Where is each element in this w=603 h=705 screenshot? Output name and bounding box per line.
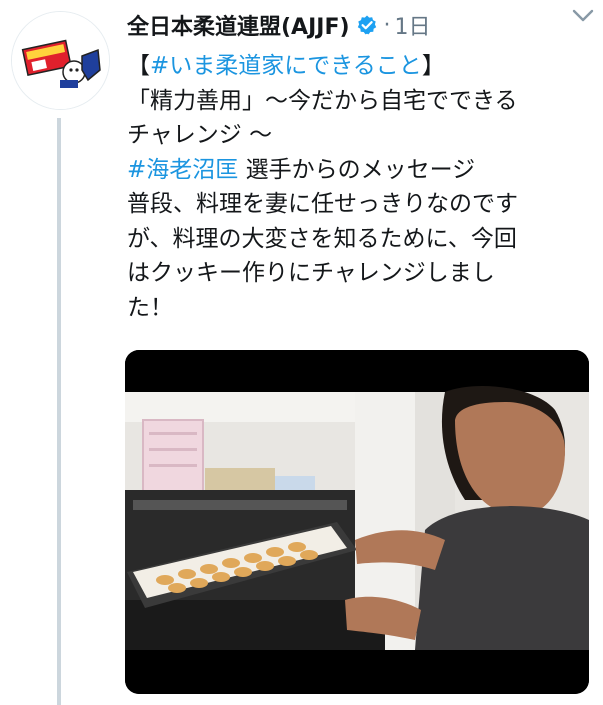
tweet-line: はクッキー作りにチャレンジしまし — [127, 260, 495, 286]
tweet-line: が、料理の大変さを知るために、今回 — [127, 225, 517, 252]
verified-badge-icon — [356, 14, 378, 36]
thread-connector-line — [57, 118, 61, 705]
bracket-close: 】 — [421, 53, 445, 79]
video-frame-image — [125, 350, 589, 694]
account-name[interactable]: 全日本柔道連盟(AJJF) — [127, 9, 350, 41]
tweet-line: 【#いま柔道家にできること】 — [127, 49, 587, 84]
tweet-line: た！ — [127, 294, 173, 321]
tweet-line: #海老沼匡 選手からのメッセージ — [127, 153, 587, 188]
tweet-line: チャレンジ 〜 — [127, 122, 273, 148]
tweet-text: 【#いま柔道家にできること】 「精力善用」〜今だから自宅でできる チャレンジ 〜… — [127, 49, 587, 325]
ajjf-logo-avatar — [12, 12, 109, 109]
video-thumbnail[interactable] — [125, 350, 589, 694]
tweet-line: 「精力善用」〜今だから自宅でできる — [127, 87, 518, 114]
bracket-open: 【 — [127, 53, 150, 79]
avatar[interactable] — [11, 11, 110, 110]
separator-dot: · — [383, 12, 391, 38]
tweet-line: 普段、料理を妻に任せっきりなのです — [127, 191, 518, 217]
hashtag-link[interactable]: #いま柔道家にできること — [150, 53, 422, 79]
hashtag-link[interactable]: #海老沼匡 — [127, 157, 238, 183]
tweet-header: 全日本柔道連盟(AJJF) · 1日 — [127, 8, 593, 42]
timestamp[interactable]: 1日 — [395, 9, 431, 41]
tweet-line-text: 選手からのメッセージ — [238, 156, 476, 183]
chevron-down-icon[interactable] — [569, 6, 597, 26]
